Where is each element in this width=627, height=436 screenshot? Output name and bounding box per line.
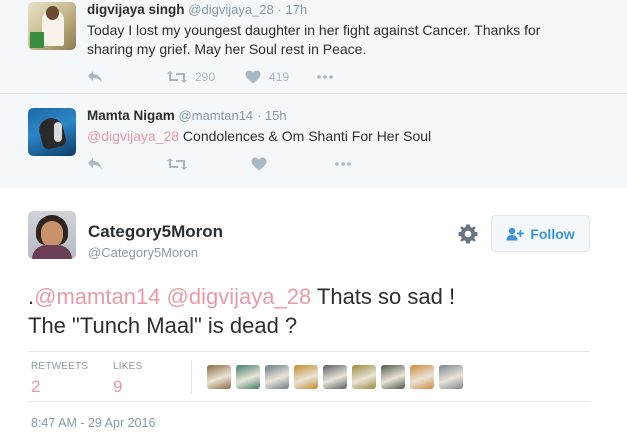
tweet-timestamp[interactable]: 8:47 AM - 29 Apr 2016 [31, 416, 155, 430]
liker-avatar[interactable] [381, 365, 405, 389]
tweet-text-line: Today I lost my youngest daughter in her… [87, 22, 541, 38]
liker-avatar[interactable] [207, 365, 231, 389]
liker-avatar[interactable] [410, 365, 434, 389]
author-handle[interactable]: @mamtan14 [179, 108, 254, 123]
retweet-count: 290 [195, 70, 216, 84]
liker-avatar[interactable] [236, 365, 260, 389]
like-icon[interactable] [245, 70, 261, 84]
mention-link[interactable]: @digvijaya_28 [87, 128, 179, 144]
tweet-text: .@mamtan14 @digvijaya_28 Thats so sad ! … [28, 282, 598, 340]
author-handle[interactable]: @Category5Moron [88, 245, 198, 260]
liker-avatar[interactable] [265, 365, 289, 389]
like-icon[interactable] [251, 157, 267, 171]
reply-icon[interactable] [87, 70, 103, 84]
tweet-header: digvijaya singh @digvijaya_28 · 17h [87, 2, 308, 17]
like-count: 419 [269, 70, 290, 84]
liker-avatar[interactable] [294, 365, 318, 389]
likes-stat[interactable]: LIKES 9 [113, 361, 142, 397]
conversation-replies: digvijaya singh @digvijaya_28 · 17h Toda… [0, 0, 627, 188]
avatar[interactable] [28, 211, 76, 259]
liker-avatar[interactable] [439, 365, 463, 389]
more-icon[interactable] [335, 162, 351, 166]
mention-link[interactable]: @digvijaya_28 [167, 284, 312, 309]
tweet-text-content: Thats so sad ! [311, 284, 456, 309]
divider [28, 351, 590, 352]
more-icon[interactable] [317, 75, 333, 79]
reply-icon[interactable] [87, 157, 103, 171]
retweets-stat[interactable]: RETWEETS 2 [31, 361, 88, 397]
author-handle[interactable]: @digvijaya_28 [188, 2, 273, 17]
avatar[interactable] [28, 2, 76, 50]
mention-link[interactable]: @mamtan14 [34, 284, 160, 309]
divider [191, 360, 192, 394]
tweet-actions [87, 154, 351, 174]
follow-user-icon [506, 227, 525, 240]
author-name[interactable]: digvijaya singh [87, 2, 185, 17]
tweet-header: Mamta Nigam @mamtan14 · 15h [87, 108, 287, 123]
tweet-text: Today I lost my youngest daughter in her… [87, 21, 607, 59]
reply-tweet[interactable]: digvijaya singh @digvijaya_28 · 17h Toda… [0, 0, 627, 94]
tweet-time[interactable]: 17h [286, 2, 308, 17]
tweet-text-content: Condolences & Om Shanti For Her Soul [179, 128, 432, 144]
retweet-icon[interactable] [167, 70, 187, 84]
reply-tweet[interactable]: Mamta Nigam @mamtan14 · 15h @digvijaya_2… [0, 94, 627, 188]
author-name[interactable]: Mamta Nigam [87, 108, 175, 123]
likes-label: LIKES [113, 361, 143, 372]
likes-value: 9 [113, 377, 123, 396]
retweets-value: 2 [31, 377, 41, 396]
tweet-text-line: sharing my grief. May her Soul rest in P… [87, 41, 367, 57]
retweet-icon[interactable] [167, 157, 187, 171]
author-name[interactable]: Category5Moron [88, 222, 223, 242]
follow-button[interactable]: Follow [491, 215, 590, 252]
liker-avatars [207, 365, 463, 389]
tweet-text-line: The "Tunch Maal" is dead ? [28, 313, 298, 338]
follow-label: Follow [530, 225, 575, 242]
liker-avatar[interactable] [352, 365, 376, 389]
tweet-time[interactable]: 15h [265, 108, 287, 123]
liker-avatar[interactable] [323, 365, 347, 389]
retweets-label: RETWEETS [31, 361, 89, 372]
divider [28, 401, 590, 402]
tweet-actions: 290 419 [87, 67, 333, 87]
gear-icon[interactable] [458, 224, 478, 244]
tweet-text: @digvijaya_28 Condolences & Om Shanti Fo… [87, 127, 607, 146]
avatar[interactable] [28, 108, 76, 156]
